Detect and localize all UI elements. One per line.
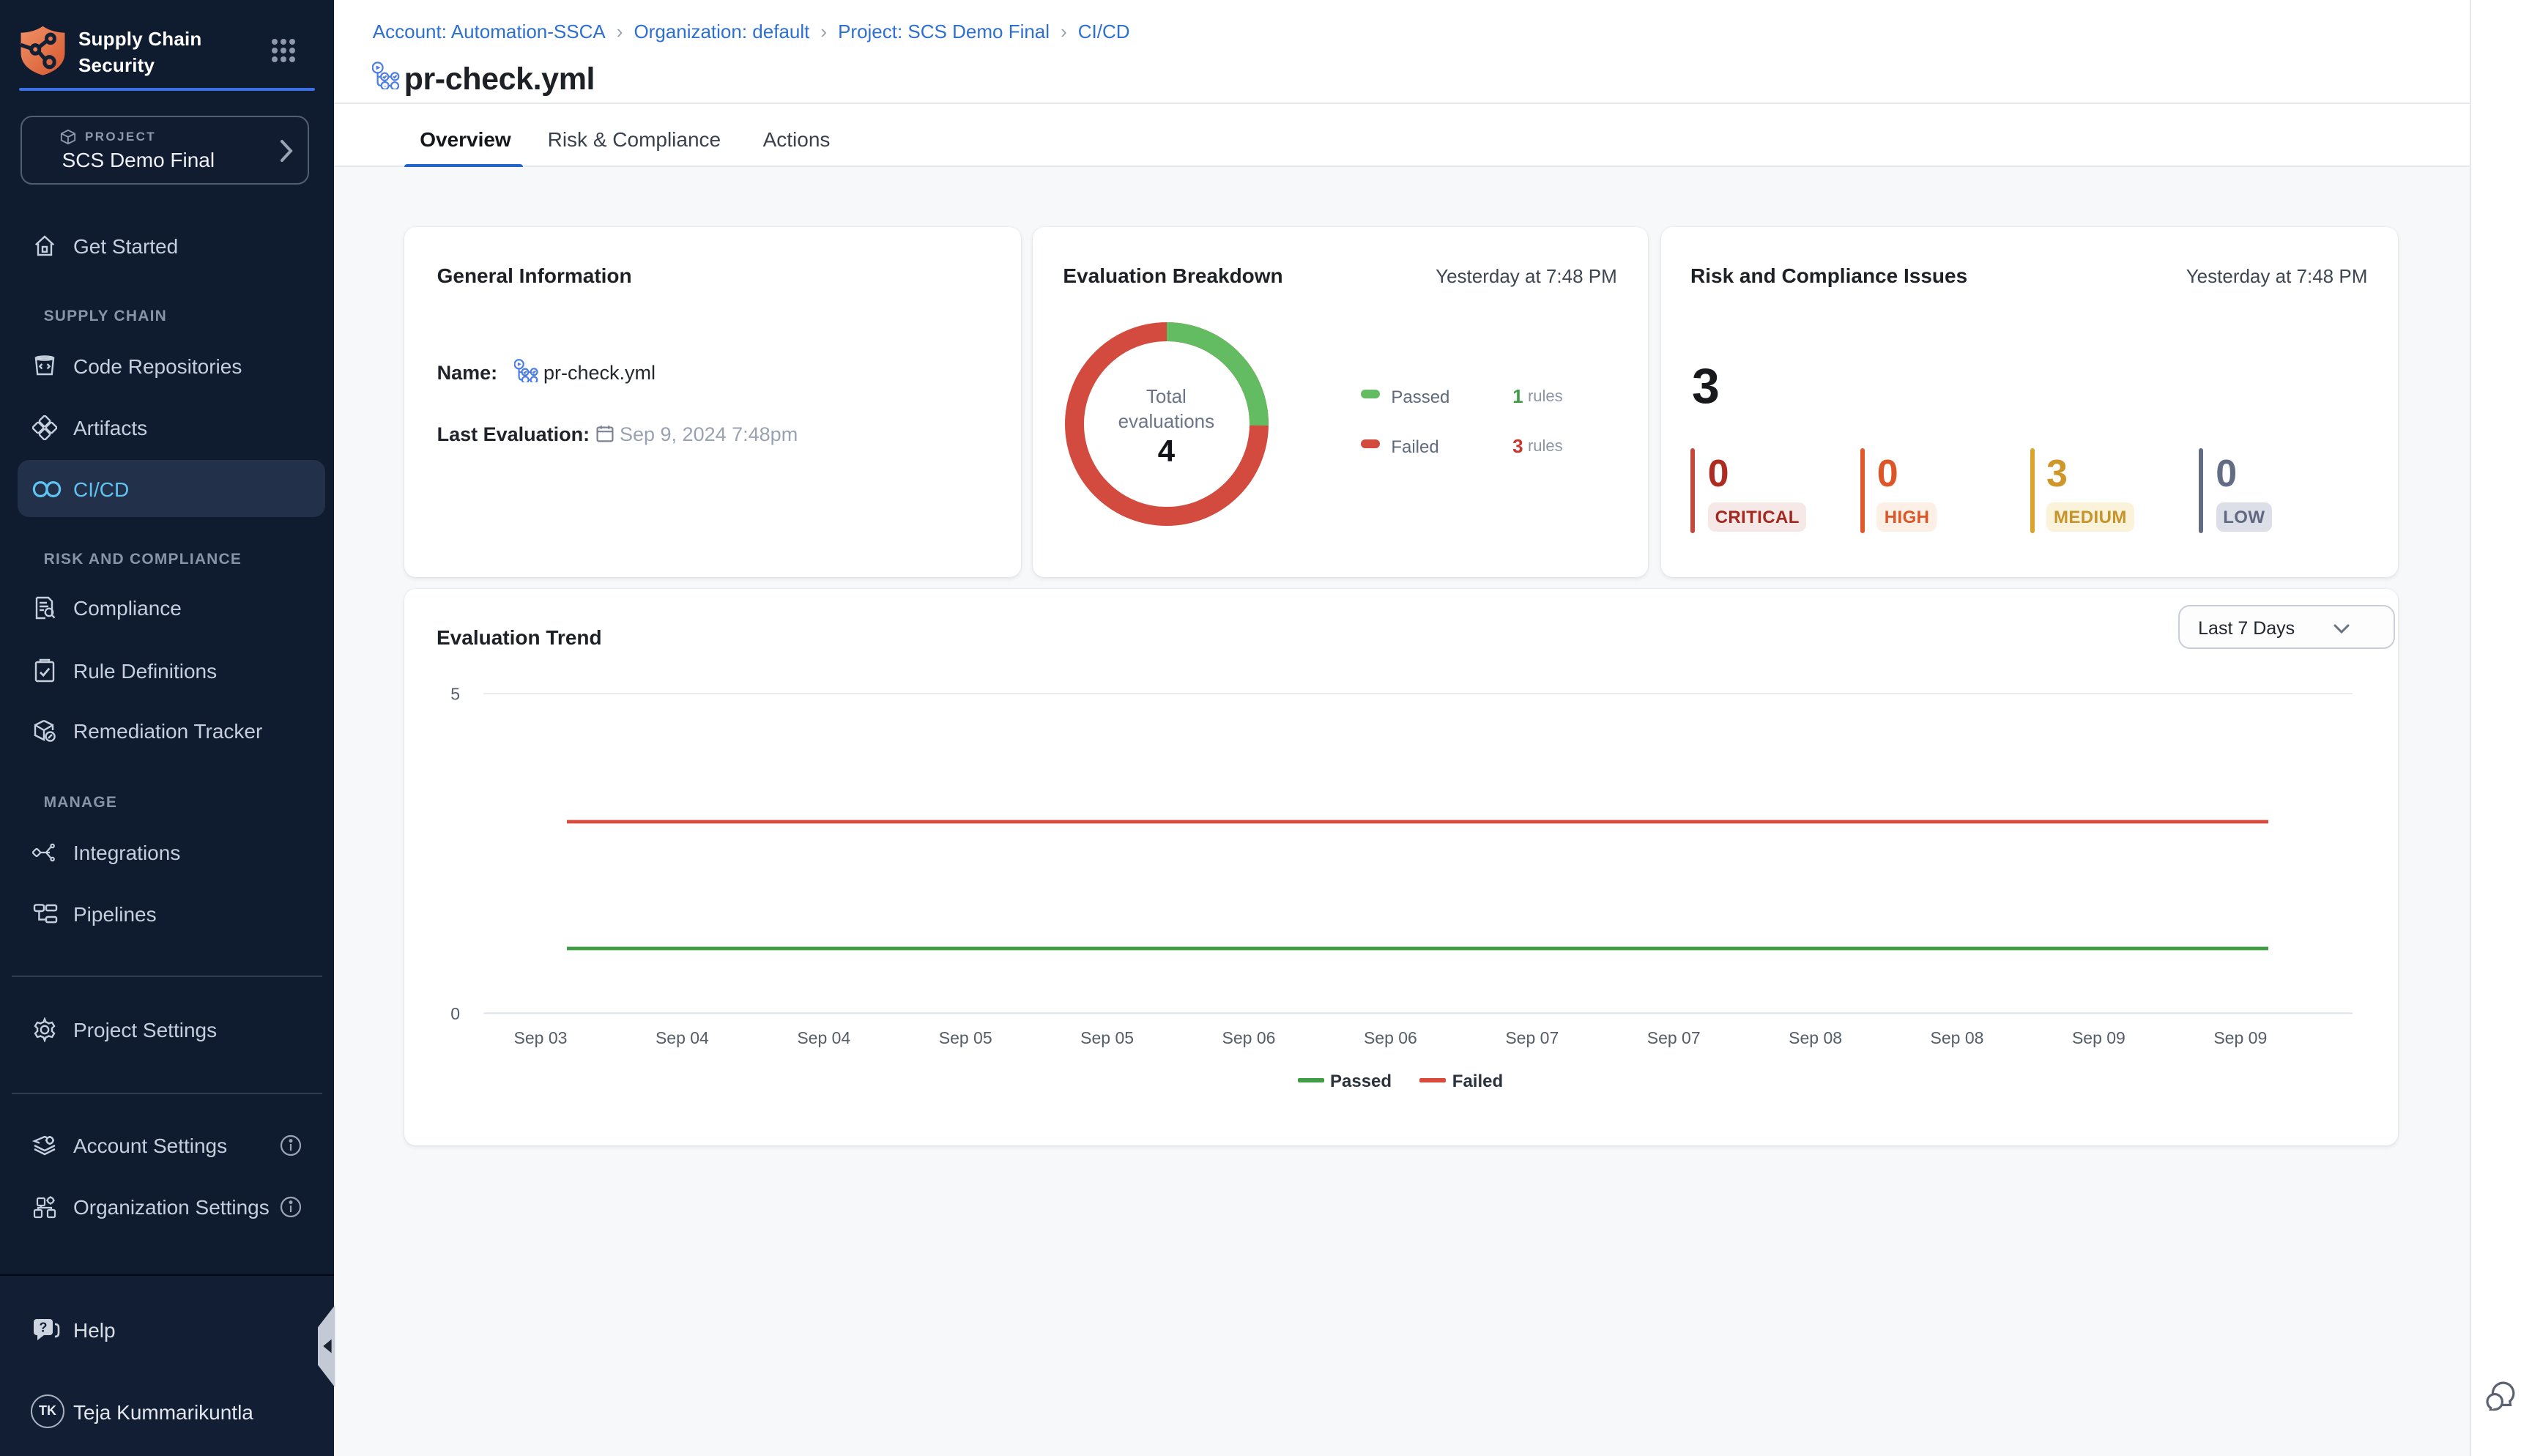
svg-text:Sep 08: Sep 08	[1789, 1028, 1842, 1047]
svg-text:Sep 07: Sep 07	[1505, 1028, 1559, 1047]
svg-text:Sep 04: Sep 04	[656, 1028, 709, 1047]
svg-text:5: 5	[450, 683, 460, 702]
svg-text:Sep 05: Sep 05	[939, 1028, 992, 1047]
svg-text:Sep 09: Sep 09	[2072, 1028, 2125, 1047]
svg-text:0: 0	[450, 1003, 460, 1022]
svg-text:?: ?	[40, 1321, 48, 1335]
svg-text:Sep 06: Sep 06	[1222, 1028, 1276, 1047]
svg-text:Sep 06: Sep 06	[1364, 1028, 1417, 1047]
svg-text:Sep 09: Sep 09	[2213, 1028, 2267, 1047]
svg-text:Sep 03: Sep 03	[514, 1028, 568, 1047]
svg-text:Sep 05: Sep 05	[1080, 1028, 1134, 1047]
svg-text:Sep 07: Sep 07	[1647, 1028, 1701, 1047]
svg-text:Sep 08: Sep 08	[1931, 1028, 1984, 1047]
svg-text:Sep 04: Sep 04	[797, 1028, 850, 1047]
